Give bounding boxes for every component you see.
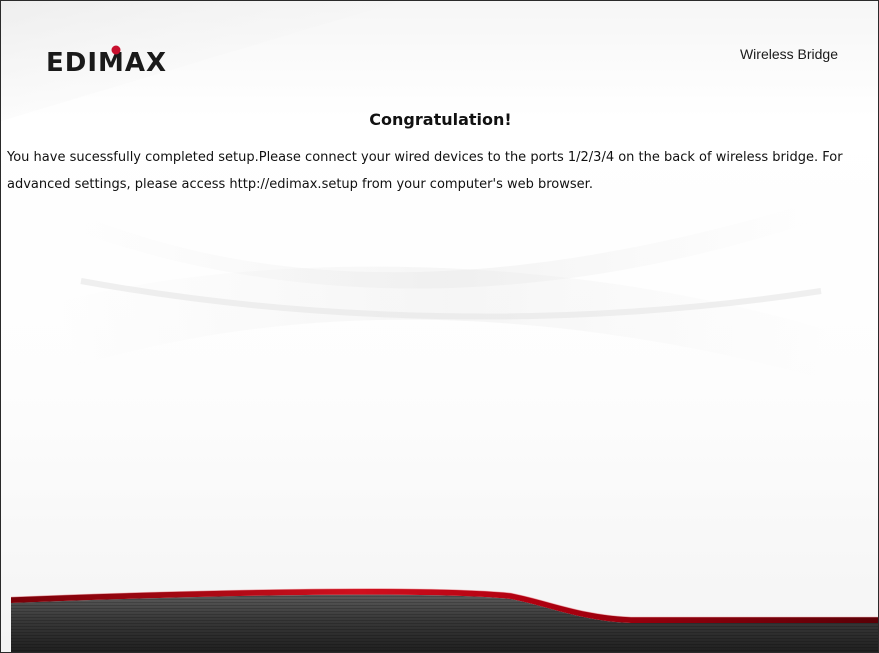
footer-band	[11, 588, 878, 652]
background-corner-shade	[1, 1, 401, 121]
product-name: Wireless Bridge	[739, 46, 838, 62]
svg-text:EDIMAX: EDIMAX	[46, 48, 167, 78]
completion-message: You have sucessfully completed setup.Ple…	[7, 150, 843, 192]
page-title: Congratulation!	[369, 110, 512, 129]
setup-complete-page: EDIMAX Wireless Bridge Congratulation! Y…	[0, 0, 879, 653]
background-wave	[61, 196, 831, 381]
edimax-logo: EDIMAX	[46, 45, 167, 78]
